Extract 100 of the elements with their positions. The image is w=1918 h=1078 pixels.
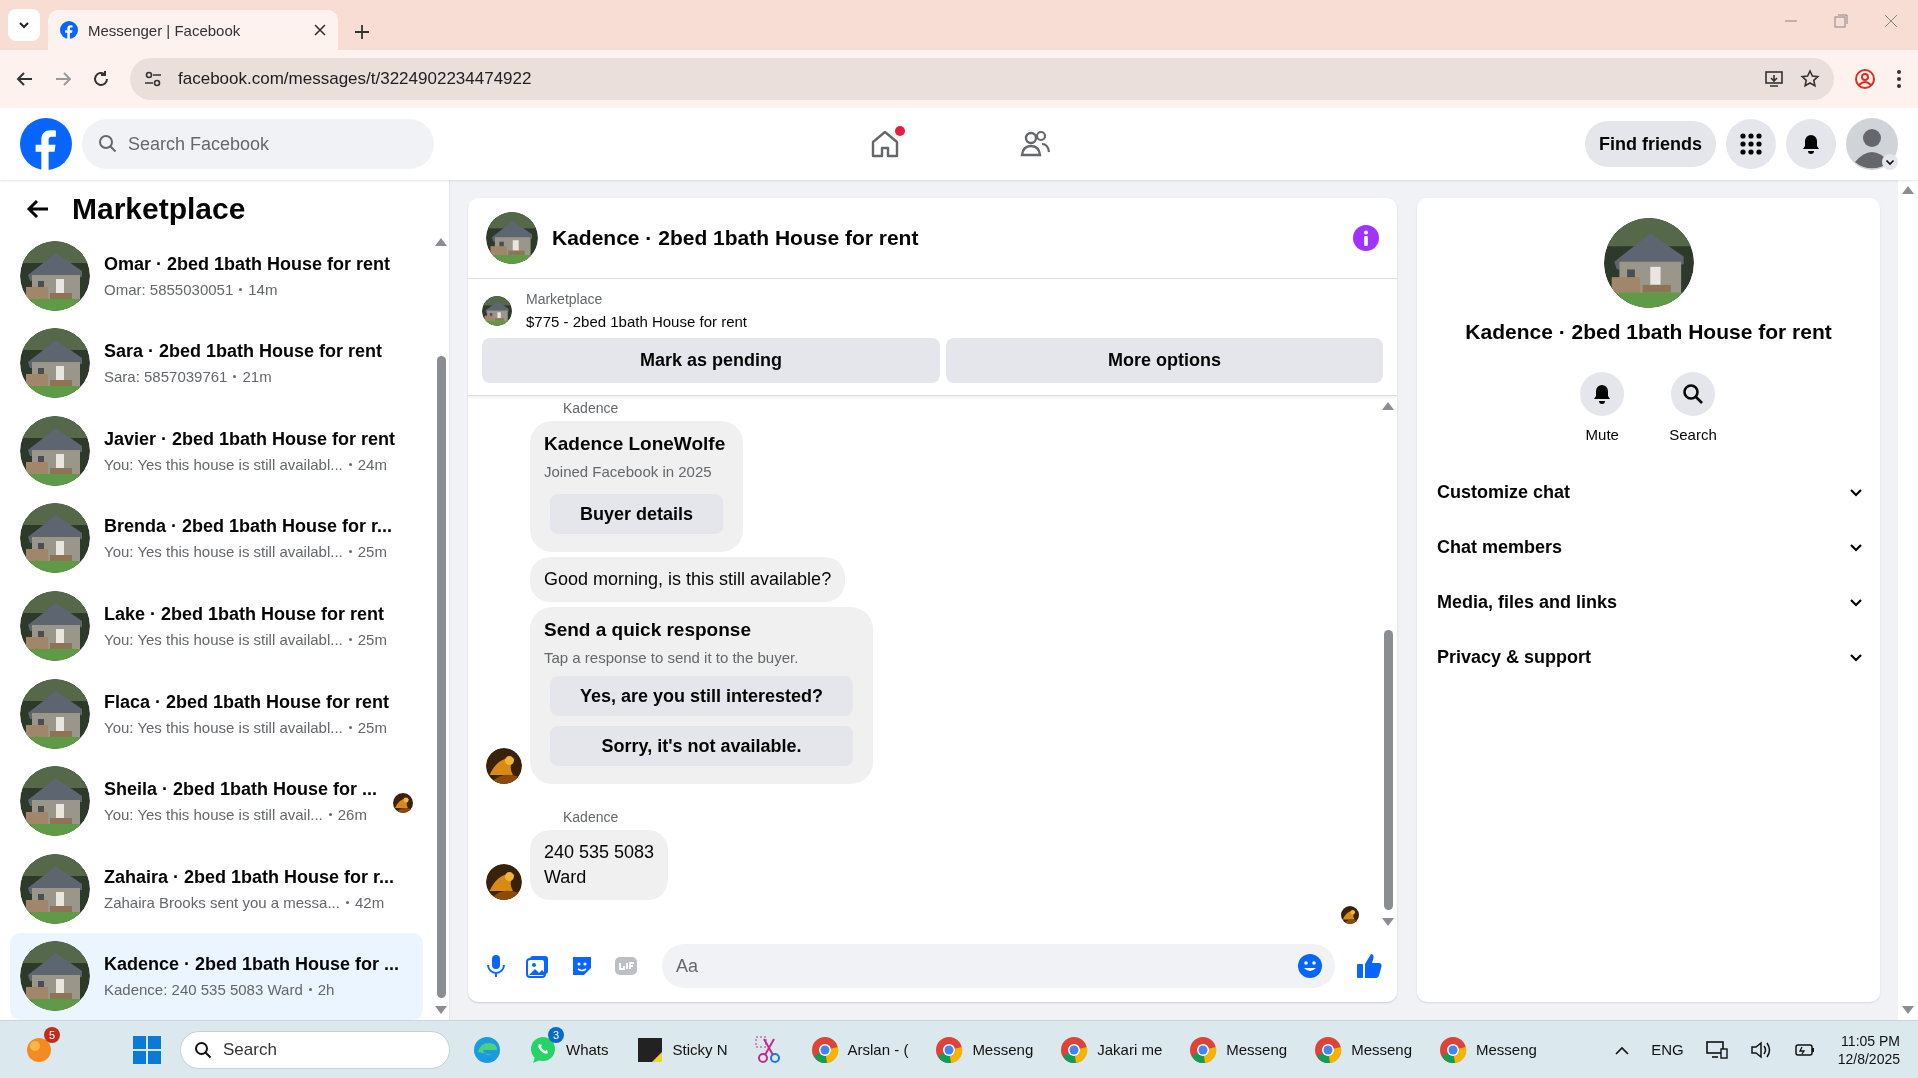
caret-icon[interactable]: [1882, 154, 1898, 170]
conversation-item[interactable]: Lake · 2bed 1bath House for rent You: Yes this house is still availabl... 25m: [10, 582, 423, 670]
browser-tab[interactable]: Messenger | Facebook: [48, 10, 338, 50]
message-preview: You: Yes this house is still availabl...: [104, 543, 343, 561]
site-settings-icon[interactable]: [144, 70, 162, 88]
listing-action-button[interactable]: Mark as pending: [482, 338, 940, 383]
sender-name: Kadence: [563, 400, 620, 416]
section-header[interactable]: Customize chat: [1437, 465, 1864, 520]
contact-name: Kadence · 2bed 1bath House for rent: [1465, 320, 1832, 344]
apps-menu-button[interactable]: [1726, 119, 1776, 169]
sender-name: Kadence: [563, 809, 620, 825]
back-icon[interactable]: [16, 70, 34, 88]
conversation-title: Lake · 2bed 1bath House for rent: [104, 604, 386, 626]
section-header[interactable]: Media, files and links: [1437, 575, 1864, 630]
taskbar-app-button[interactable]: 3 Whats: [524, 1026, 613, 1073]
scroll-down-icon[interactable]: [435, 1006, 447, 1014]
browser-icon: [1188, 1034, 1219, 1065]
card-subtitle: Tap a response to send it to the buyer.: [544, 649, 800, 666]
search-icon: [1682, 383, 1704, 405]
emoji-icon[interactable]: [1297, 953, 1323, 979]
conversation-item[interactable]: Sheila · 2bed 1bath House for ... You: Yes this house is still avail... 26m: [10, 757, 423, 845]
taskbar-app-button[interactable]: Jakari me: [1055, 1026, 1167, 1073]
conversation-title: Brenda · 2bed 1bath House for r...: [104, 516, 394, 538]
taskbar-app-button[interactable]: Sticky N: [630, 1026, 732, 1073]
sidebar-title: Marketplace: [72, 192, 246, 226]
info-icon[interactable]: [1353, 225, 1379, 251]
taskbar-app-button[interactable]: Messeng: [1309, 1026, 1417, 1073]
chat-title: Kadence · 2bed 1bath House for rent: [552, 226, 920, 250]
network-icon[interactable]: [1705, 1039, 1728, 1060]
message-time: 2h: [317, 981, 335, 999]
show-hidden-icons-icon[interactable]: [1615, 1044, 1630, 1055]
taskbar-app-button[interactable]: Arslan - (: [805, 1026, 913, 1073]
close-icon[interactable]: [314, 24, 326, 36]
account-avatar-icon[interactable]: [1846, 118, 1898, 170]
card-title: Send a quick response: [544, 619, 752, 641]
listing-title: $775 - 2bed 1bath House for rent: [526, 313, 747, 330]
bookmark-star-icon[interactable]: [1800, 69, 1820, 89]
scrollbar-thumb[interactable]: [436, 356, 446, 998]
taskbar-app-button[interactable]: Messeng: [1184, 1026, 1292, 1073]
clock-date: 12/8/2025: [1837, 1050, 1900, 1067]
language-indicator[interactable]: ENG: [1651, 1041, 1684, 1058]
conversation-item[interactable]: Flaca · 2bed 1bath House for rent You: Yes this house is still availabl... 25m: [10, 669, 423, 758]
message-input[interactable]: Aa: [662, 944, 1335, 988]
conversation-title: Zahaira · 2bed 1bath House for r...: [104, 866, 396, 888]
notification-badge: 5: [44, 1026, 60, 1043]
scroll-up-icon[interactable]: [1382, 402, 1394, 410]
sticker-icon[interactable]: [570, 954, 594, 978]
message-preview: You: Yes this house is still availabl...: [104, 631, 343, 649]
menu-icon[interactable]: [1896, 69, 1902, 89]
address-bar[interactable]: facebook.com/messages/t/3224902234474922: [130, 58, 1834, 100]
scroll-up-icon[interactable]: [435, 238, 447, 246]
browser-icon: [809, 1034, 840, 1065]
section-header[interactable]: Chat members: [1437, 520, 1864, 575]
message-preview: Zahaira Brooks sent you a messa...: [104, 893, 340, 911]
conversation-item[interactable]: Sara · 2bed 1bath House for rent Sara: 5857039761 21m: [10, 319, 423, 408]
profile-icon[interactable]: [1854, 68, 1876, 90]
reload-icon[interactable]: [92, 70, 110, 88]
scrollbar-thumb[interactable]: [1383, 630, 1393, 910]
conversation-item[interactable]: Brenda · 2bed 1bath House for r... You: Yes this house is still availabl... 25m: [10, 494, 423, 583]
taskbar-search-field[interactable]: Search: [180, 1030, 450, 1069]
search-field[interactable]: Search Facebook: [82, 119, 434, 169]
find-friends-button[interactable]: Find friends: [1585, 121, 1716, 167]
browser-icon: [934, 1034, 965, 1065]
conversation-item[interactable]: Omar · 2bed 1bath House for rent Omar: 5855030051 14m: [10, 232, 423, 320]
message-time: 25m: [357, 718, 387, 736]
facebook-logo-icon: [60, 21, 78, 39]
taskbar-app-button[interactable]: Messeng: [930, 1026, 1038, 1073]
message-preview: Sara: 5857039761: [104, 368, 228, 386]
message-preview: You: Yes this house is still avail...: [104, 806, 323, 824]
listing-action-button[interactable]: More options: [946, 338, 1383, 383]
notifications-button[interactable]: [1786, 119, 1836, 169]
message-time: 21m: [242, 368, 272, 386]
conversation-item[interactable]: Kadence · 2bed 1bath House for ... Kadence: 240 535 5083 Ward 2h: [10, 932, 423, 1021]
home-icon[interactable]: [869, 128, 901, 160]
scroll-down-icon[interactable]: [1902, 1006, 1914, 1014]
windows-start-icon[interactable]: [132, 1034, 162, 1065]
search-icon: [98, 134, 118, 154]
buyer-details-button[interactable]: Buyer details: [550, 494, 724, 534]
scroll-up-icon[interactable]: [1902, 186, 1914, 194]
quick-reply-button[interactable]: Yes, are you still interested?: [550, 676, 854, 716]
volume-icon[interactable]: [1749, 1039, 1772, 1060]
install-app-icon[interactable]: [1764, 69, 1784, 89]
message-preview: You: Yes this house is still availabl...: [104, 718, 343, 736]
taskbar-app-button[interactable]: Messeng: [1434, 1026, 1541, 1073]
scroll-down-icon[interactable]: [1382, 918, 1394, 926]
thumbs-up-icon[interactable]: [1355, 952, 1383, 980]
microphone-icon[interactable]: [486, 954, 506, 978]
facebook-logo[interactable]: [20, 118, 72, 170]
conversation-item[interactable]: Zahaira · 2bed 1bath House for r... Zahaira Brooks sent you a messa... 42m: [10, 844, 423, 933]
section-header[interactable]: Privacy & support: [1437, 630, 1864, 685]
image-icon[interactable]: [526, 954, 550, 978]
message-time: 24m: [357, 455, 387, 473]
clock[interactable]: 11:05 PM 12/8/2025: [1837, 1032, 1900, 1067]
message-bubble: Good morning, is this still available?: [530, 557, 846, 602]
conversation-item[interactable]: Javier · 2bed 1bath House for rent You: Yes this house is still availabl... 24m: [10, 407, 423, 495]
message-time: 25m: [357, 543, 387, 561]
back-arrow-icon[interactable]: [26, 198, 50, 220]
forward-icon[interactable]: [54, 70, 72, 88]
message-time: 14m: [248, 280, 278, 298]
quick-reply-button[interactable]: Sorry, it's not available.: [550, 726, 854, 766]
